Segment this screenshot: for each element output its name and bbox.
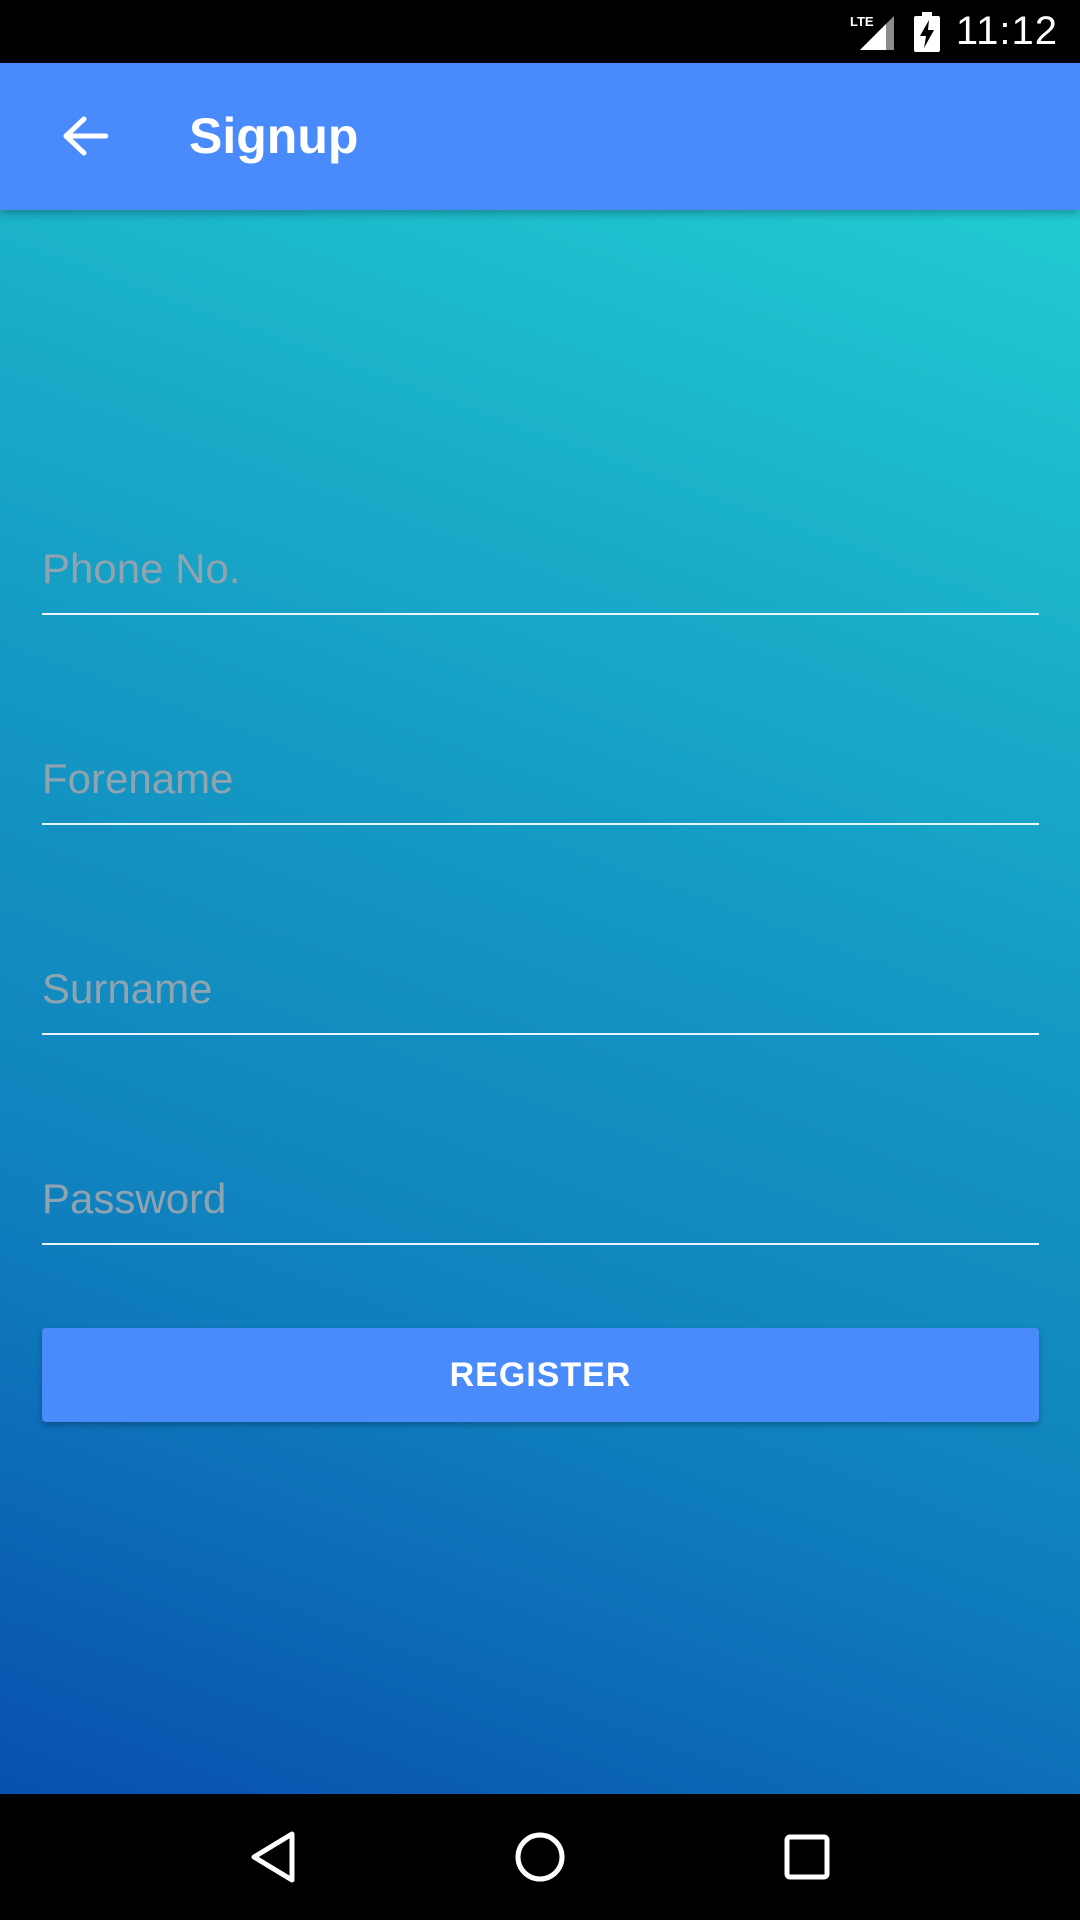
password-field [42, 1143, 1039, 1245]
password-input[interactable] [42, 1175, 1039, 1223]
nav-back-icon [251, 1831, 295, 1883]
forename-field [42, 723, 1039, 825]
network-label: LTE [850, 14, 874, 29]
register-button[interactable]: REGISTER [42, 1328, 1039, 1422]
nav-recents-icon [784, 1834, 830, 1880]
status-bar: LTE 11:12 [0, 0, 1080, 63]
system-nav-bar [0, 1794, 1080, 1920]
nav-recents-button[interactable] [762, 1812, 852, 1902]
forename-input[interactable] [42, 755, 1039, 803]
phone-input[interactable] [42, 545, 1039, 593]
battery-charging-icon [913, 11, 940, 52]
nav-home-button[interactable] [495, 1812, 585, 1902]
status-icons: LTE 11:12 [850, 0, 1058, 63]
nav-back-button[interactable] [228, 1812, 318, 1902]
status-time: 11:12 [955, 9, 1058, 53]
lte-signal-icon: LTE [850, 12, 898, 52]
arrow-back-icon [63, 116, 108, 156]
phone-field [42, 513, 1039, 615]
app-bar: Signup [0, 63, 1080, 210]
nav-home-icon [515, 1832, 565, 1882]
signup-form: REGISTER [0, 210, 1080, 1794]
surname-input[interactable] [42, 965, 1039, 1013]
page-title: Signup [189, 108, 359, 164]
surname-field [42, 933, 1039, 1035]
back-button[interactable] [40, 91, 130, 181]
